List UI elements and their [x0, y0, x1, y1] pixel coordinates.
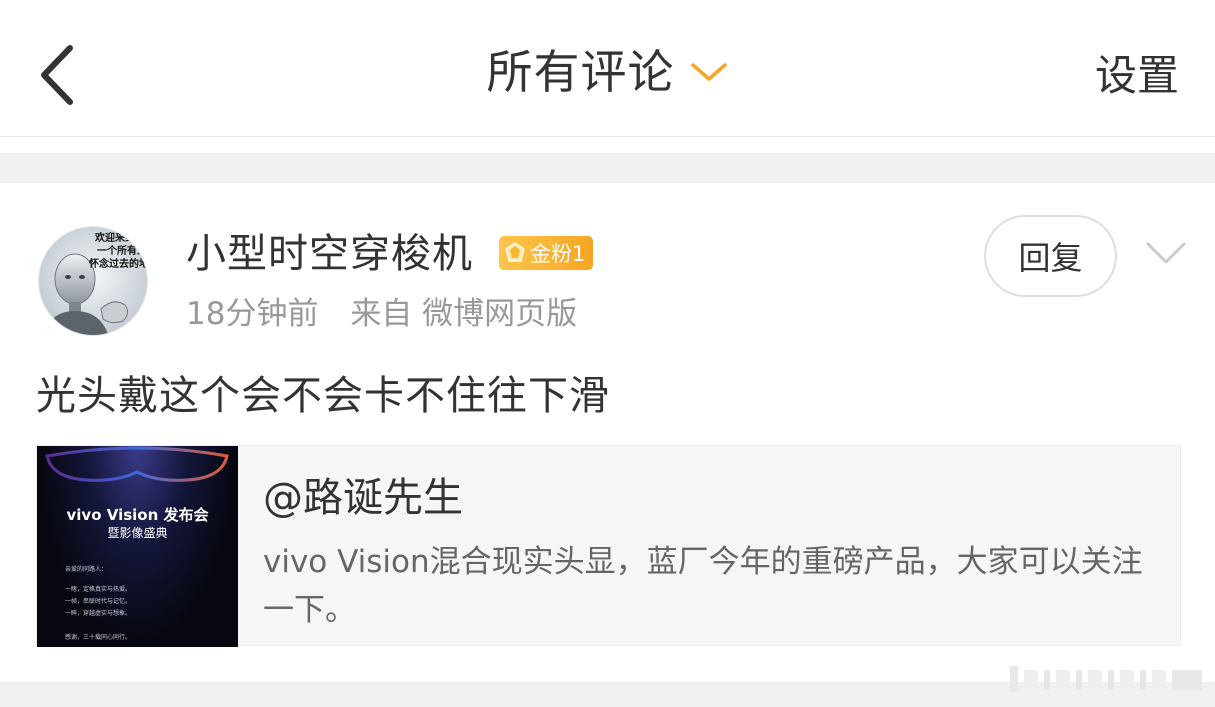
thumbnail-line: 亲爱的同路人：	[65, 566, 108, 573]
thumbnail-title: vivo Vision 发布会	[66, 506, 209, 524]
badge-label: 金粉1	[530, 242, 586, 266]
comment-filter-dropdown[interactable]: 所有评论	[487, 42, 729, 102]
chevron-left-icon	[41, 45, 73, 105]
section-divider	[0, 153, 1215, 183]
comment-meta: 18分钟前 来自 微博网页版	[186, 290, 577, 338]
thumbnail-line: 感谢，三十载同心同行。	[65, 634, 132, 641]
thumbnail-subtitle: 暨影像盛典	[107, 526, 168, 540]
thumbnail-line: 一睹，定格真实与热爱。	[65, 586, 132, 593]
chevron-down-icon	[690, 63, 727, 81]
fan-badge[interactable]: 金粉1	[499, 236, 594, 270]
back-button[interactable]	[30, 40, 90, 110]
avatar-text: 怀念过去的地	[89, 257, 148, 270]
settings-button[interactable]: 设置	[1095, 46, 1179, 106]
more-options-button[interactable]	[1140, 232, 1192, 276]
comment-time: 18分钟前	[186, 296, 319, 332]
thumbnail-line: 一眸，穿越虚实与想象。	[65, 610, 132, 617]
thumbnail-line: 一帧，串联时代与记忆。	[65, 598, 132, 605]
comment-text: 光头戴这个会不会卡不住往下滑	[36, 373, 610, 419]
repost-thumbnail: vivo Vision 发布会 暨影像盛典 亲爱的同路人： 一睹，定格真实与热爱…	[37, 446, 238, 647]
avatar[interactable]: 欢迎来到 一个所有人 怀念过去的地	[38, 226, 148, 336]
chevron-down-icon	[1146, 242, 1186, 264]
comment-source: 来自 微博网页版	[350, 296, 578, 332]
username-link[interactable]: 小型时空穿梭机	[186, 226, 473, 282]
diamond-icon	[505, 242, 525, 262]
avatar-text: 一个所有人	[97, 244, 148, 257]
top-nav-bar: 所有评论 设置	[0, 0, 1215, 137]
page-title: 所有评论	[486, 45, 675, 99]
repost-author[interactable]: @路诞先生	[263, 472, 463, 524]
repost-card[interactable]: vivo Vision 发布会 暨影像盛典 亲爱的同路人： 一睹，定格真实与热爱…	[36, 445, 1181, 647]
reply-button[interactable]: 回复	[984, 215, 1117, 297]
avatar-text: 欢迎来到	[94, 231, 135, 244]
watermark-icon	[1010, 666, 1202, 692]
repost-text: vivo Vision混合现实头显，蓝厂今年的重磅产品，大家可以关注一下。	[263, 544, 1143, 628]
